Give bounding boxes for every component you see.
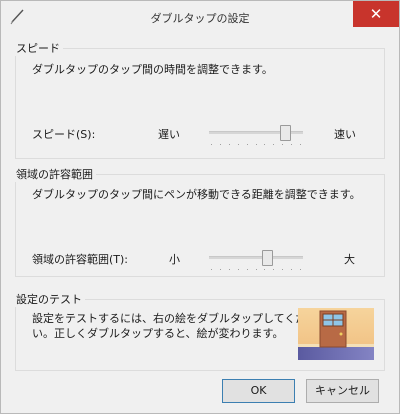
test-group-title: 設定のテスト [10, 291, 85, 307]
slider-tick [255, 269, 257, 270]
window-title: ダブルタップの設定 [150, 12, 250, 25]
tolerance-description: ダブルタップのタップ間にペンが移動できる距離を調整できます。 [32, 188, 361, 201]
speed-min-label: 遅い [158, 128, 180, 141]
speed-group-title: スピード [10, 40, 63, 56]
slider-tick [300, 269, 301, 270]
slider-tick [282, 144, 284, 145]
slider-tick [264, 144, 266, 145]
test-picture[interactable] [298, 308, 374, 360]
slider-tick [211, 144, 212, 145]
slider-tick [228, 269, 230, 270]
speed-slider-thumb[interactable] [280, 125, 292, 141]
close-icon: ✕ [369, 5, 383, 23]
slider-tick [264, 269, 266, 270]
close-button[interactable]: ✕ [353, 1, 399, 27]
test-description-line1: 設定をテストするには、右の絵をダブルタップしてくださ [32, 312, 318, 325]
slider-tick [219, 269, 221, 270]
speed-slider-ticks [211, 144, 301, 146]
slider-tick [273, 269, 275, 270]
slider-tick [255, 144, 257, 145]
slider-tick [300, 144, 301, 145]
tolerance-max-label: 大 [344, 253, 355, 266]
door-picture [298, 308, 374, 360]
slider-tick [282, 269, 284, 270]
speed-max-label: 速い [334, 128, 356, 141]
slider-tick [246, 269, 248, 270]
slider-tick [291, 269, 293, 270]
tolerance-group-title: 領域の許容範囲 [10, 166, 96, 182]
title-bar: ダブルタップの設定 ✕ [1, 1, 399, 34]
slider-tick [219, 144, 221, 145]
slider-tick [237, 144, 239, 145]
speed-slider[interactable] [209, 125, 303, 149]
slider-tick [211, 269, 212, 270]
tolerance-slider-track [209, 256, 303, 259]
slider-tick [237, 269, 239, 270]
speed-group: スピード ダブルタップのタップ間の時間を調整できます。 スピード(S): 遅い … [10, 40, 385, 159]
tolerance-slider-label: 領域の許容範囲(T): [32, 253, 129, 266]
speed-description: ダブルタップのタップ間の時間を調整できます。 [32, 63, 273, 76]
slider-tick [273, 144, 275, 145]
slider-tick [246, 144, 248, 145]
double-tap-settings-dialog: ダブルタップの設定 ✕ スピード ダブルタップのタップ間の時間を調整できます。 … [0, 0, 400, 414]
tolerance-group: 領域の許容範囲 ダブルタップのタップ間にペンが移動できる距離を調整できます。 領… [10, 166, 385, 277]
tolerance-slider-thumb[interactable] [262, 250, 274, 266]
speed-slider-label: スピード(S): [32, 128, 96, 141]
tolerance-min-label: 小 [169, 253, 180, 266]
slider-tick [291, 144, 293, 145]
ok-button[interactable]: OK [222, 379, 295, 403]
tolerance-slider-ticks [211, 269, 301, 271]
test-description-line2: い。正しくダブルタップすると、絵が変わります。 [32, 327, 284, 340]
cancel-button[interactable]: キャンセル [306, 379, 379, 403]
slider-tick [228, 144, 230, 145]
tolerance-slider[interactable] [209, 250, 303, 274]
